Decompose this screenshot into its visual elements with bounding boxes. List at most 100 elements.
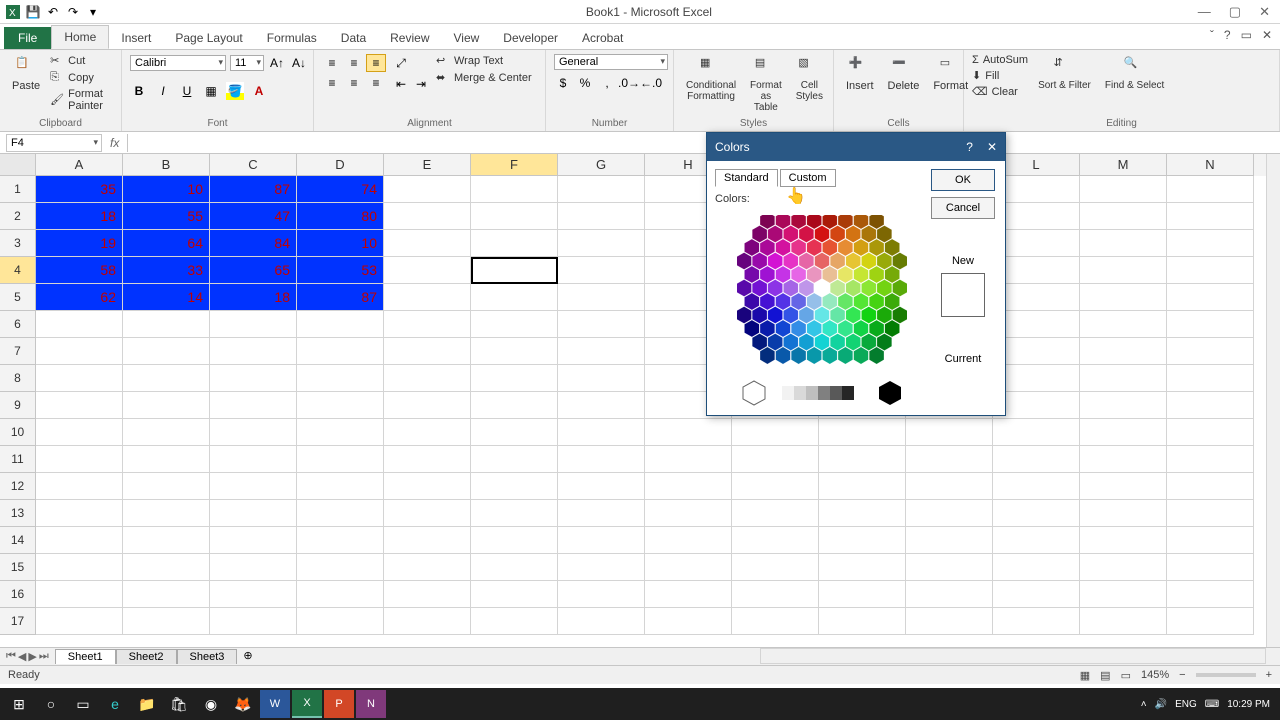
cell-M4[interactable] [1080,257,1167,284]
cell-L6[interactable] [993,311,1080,338]
color-swatch[interactable] [869,320,884,337]
cell-L10[interactable] [993,419,1080,446]
cell-H11[interactable] [645,446,732,473]
color-swatch[interactable] [752,307,767,324]
color-swatch[interactable] [861,334,876,351]
color-swatch[interactable] [830,226,845,243]
cell-B3[interactable]: 64 [123,230,210,257]
cell-G6[interactable] [558,311,645,338]
color-swatch[interactable] [744,320,759,337]
cell-L13[interactable] [993,500,1080,527]
cell-B15[interactable] [123,554,210,581]
color-swatch[interactable] [791,293,806,310]
color-swatch[interactable] [838,320,853,337]
cell-E6[interactable] [384,311,471,338]
cell-D14[interactable] [297,527,384,554]
cell-F11[interactable] [471,446,558,473]
name-box[interactable]: F4 [6,134,102,152]
powerpoint-icon[interactable]: P [324,690,354,718]
cell-G7[interactable] [558,338,645,365]
row-header-15[interactable]: 15 [0,554,36,581]
color-swatch[interactable] [791,239,806,256]
cell-F2[interactable] [471,203,558,230]
cell-J14[interactable] [819,527,906,554]
decrease-indent-button[interactable]: ⇤ [392,75,410,93]
cell-M1[interactable] [1080,176,1167,203]
italic-button[interactable]: I [154,82,172,100]
cell-A17[interactable] [36,608,123,635]
ok-button[interactable]: OK [931,169,995,191]
cell-H13[interactable] [645,500,732,527]
cell-E2[interactable] [384,203,471,230]
cell-K12[interactable] [906,473,993,500]
cell-E4[interactable] [384,257,471,284]
color-swatch[interactable] [768,226,783,243]
cell-styles-button[interactable]: ▧Cell Styles [792,54,827,104]
store-icon[interactable]: 🛍 [164,690,194,718]
color-swatch[interactable] [893,253,908,270]
increase-decimal-button[interactable]: .0→ [620,74,638,92]
row-header-11[interactable]: 11 [0,446,36,473]
cell-A15[interactable] [36,554,123,581]
cell-L14[interactable] [993,527,1080,554]
cell-A13[interactable] [36,500,123,527]
row-header-16[interactable]: 16 [0,581,36,608]
color-swatch[interactable] [760,320,775,337]
cell-H17[interactable] [645,608,732,635]
cell-C16[interactable] [210,581,297,608]
cell-L9[interactable] [993,392,1080,419]
row-header-17[interactable]: 17 [0,608,36,635]
color-swatch[interactable] [737,307,752,324]
cell-E8[interactable] [384,365,471,392]
col-header-C[interactable]: C [210,154,297,176]
font-name-combo[interactable]: Calibri [130,55,226,71]
cell-C14[interactable] [210,527,297,554]
cell-I11[interactable] [732,446,819,473]
color-swatch[interactable] [854,266,869,283]
cell-N4[interactable] [1167,257,1254,284]
cell-K15[interactable] [906,554,993,581]
cell-B1[interactable]: 10 [123,176,210,203]
cell-N11[interactable] [1167,446,1254,473]
cell-G9[interactable] [558,392,645,419]
cell-F15[interactable] [471,554,558,581]
color-swatch[interactable] [807,320,822,337]
cell-K10[interactable] [906,419,993,446]
cell-A8[interactable] [36,365,123,392]
window-close-icon[interactable]: ✕ [1262,28,1272,42]
cell-E1[interactable] [384,176,471,203]
merge-center-button[interactable]: ⬌Merge & Center [436,71,532,85]
cell-D13[interactable] [297,500,384,527]
cell-M15[interactable] [1080,554,1167,581]
sheet-tab-1[interactable]: Sheet1 [55,649,116,664]
color-swatch[interactable] [838,266,853,283]
align-bottom-left[interactable]: ≡ [322,74,342,92]
cell-N3[interactable] [1167,230,1254,257]
cell-G12[interactable] [558,473,645,500]
copy-button[interactable]: ⎘Copy [50,71,113,85]
cell-D7[interactable] [297,338,384,365]
color-swatch[interactable] [846,334,861,351]
color-swatch[interactable] [760,239,775,256]
cell-N17[interactable] [1167,608,1254,635]
cell-N10[interactable] [1167,419,1254,446]
dialog-close-icon[interactable]: ✕ [987,140,997,154]
cell-F8[interactable] [471,365,558,392]
row-header-10[interactable]: 10 [0,419,36,446]
cell-B12[interactable] [123,473,210,500]
cell-N6[interactable] [1167,311,1254,338]
cell-F9[interactable] [471,392,558,419]
color-swatch[interactable] [776,239,791,256]
sheet-nav-next-icon[interactable]: ▶ [28,650,36,663]
excel-taskbar-icon[interactable]: X [292,690,322,718]
color-swatch[interactable] [846,307,861,324]
color-swatch[interactable] [838,347,853,364]
color-swatch[interactable] [783,280,798,297]
horizontal-scrollbar[interactable] [760,648,1266,664]
sheet-nav-prev-icon[interactable]: ◀ [18,650,26,663]
formula-input[interactable] [127,134,1280,152]
col-header-D[interactable]: D [297,154,384,176]
color-swatch[interactable] [822,239,837,256]
cell-B10[interactable] [123,419,210,446]
cell-I17[interactable] [732,608,819,635]
